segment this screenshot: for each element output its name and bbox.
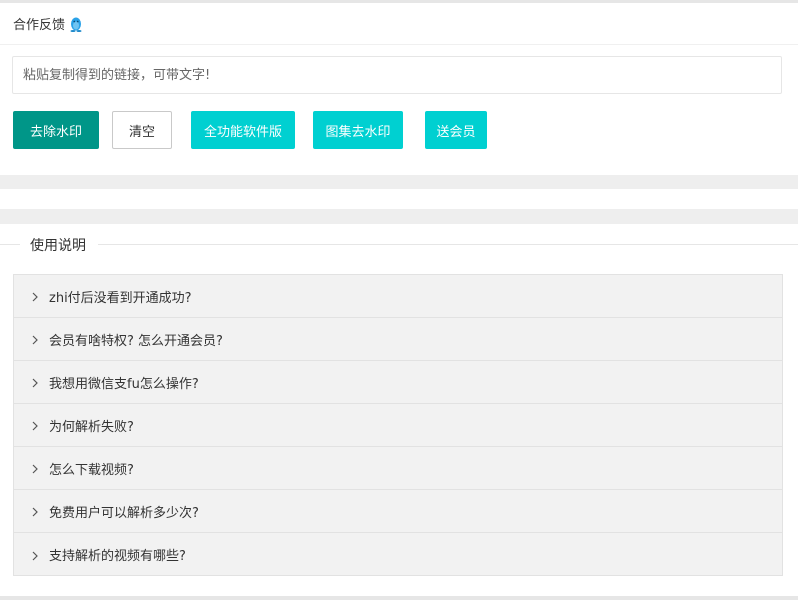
feedback-title[interactable]: 合作反馈 <box>13 14 65 33</box>
chevron-right-icon <box>30 377 40 388</box>
chevron-right-icon <box>30 463 40 474</box>
faq-item[interactable]: 免费用户可以解析多少次? <box>14 490 782 533</box>
faq-item[interactable]: zhi付后没看到开通成功? <box>14 275 782 318</box>
faq-item[interactable]: 为何解析失败? <box>14 404 782 447</box>
chevron-right-icon <box>30 334 40 345</box>
gift-vip-button[interactable]: 送会员 <box>425 111 487 149</box>
faq-question: 免费用户可以解析多少次? <box>49 505 199 521</box>
faq-question: 怎么下载视频? <box>49 462 134 478</box>
faq-item[interactable]: 我想用微信支fu怎么操作? <box>14 361 782 404</box>
legend-line-left <box>0 244 20 245</box>
parse-card: 合作反馈 去除水印 清空 全功能软件版 图集去水印 送会员 <box>0 3 798 175</box>
instructions-title: 使用说明 <box>28 235 88 255</box>
faq-question: zhi付后没看到开通成功? <box>49 290 192 306</box>
card-header: 合作反馈 <box>0 3 798 45</box>
chevron-right-icon <box>30 420 40 431</box>
clear-button[interactable]: 清空 <box>112 111 172 149</box>
separator-band <box>0 189 798 209</box>
faq-question: 会员有啥特权? 怎么开通会员? <box>49 333 223 349</box>
instructions-card: 使用说明 zhi付后没看到开通成功? 会员有啥特权? 怎么开通会员? 我想用微信… <box>0 224 798 596</box>
remove-watermark-button[interactable]: 去除水印 <box>13 111 99 149</box>
faq-question: 支持解析的视频有哪些? <box>49 549 186 564</box>
qq-penguin-icon[interactable] <box>69 16 83 32</box>
faq-item[interactable]: 怎么下载视频? <box>14 447 782 490</box>
full-software-button[interactable]: 全功能软件版 <box>191 111 295 149</box>
faq-question: 我想用微信支fu怎么操作? <box>49 376 199 392</box>
faq-item[interactable]: 支持解析的视频有哪些? <box>14 533 782 576</box>
chevron-right-icon <box>30 550 40 560</box>
chevron-right-icon <box>30 291 40 302</box>
faq-item[interactable]: 会员有啥特权? 怎么开通会员? <box>14 318 782 361</box>
legend-line-right <box>98 244 798 245</box>
bottom-strip <box>0 596 798 600</box>
chevron-right-icon <box>30 506 40 517</box>
gallery-remove-watermark-button[interactable]: 图集去水印 <box>313 111 403 149</box>
link-input[interactable] <box>12 56 782 94</box>
faq-question: 为何解析失败? <box>49 419 134 435</box>
faq-list: zhi付后没看到开通成功? 会员有啥特权? 怎么开通会员? 我想用微信支fu怎么… <box>13 274 783 576</box>
